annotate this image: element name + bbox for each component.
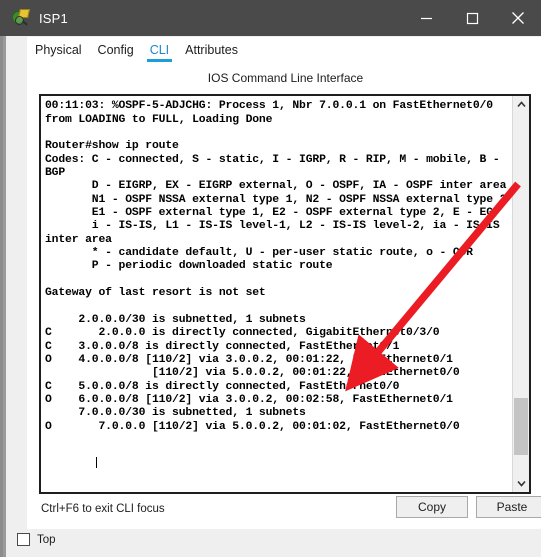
terminal-scrollbar[interactable] [512, 96, 529, 492]
panel-title: IOS Command Line Interface [207, 71, 364, 85]
top-checkbox[interactable] [17, 533, 30, 546]
terminal-output-area[interactable]: Router# 00:11:03: %OSPF-5-ADJCHG: Proces… [41, 96, 512, 492]
terminal-caret [96, 457, 97, 468]
copy-button[interactable]: Copy [396, 496, 468, 518]
scrollbar-thumb[interactable] [514, 398, 528, 455]
top-checkbox-row[interactable]: Top [17, 533, 56, 546]
maximize-icon[interactable] [449, 0, 495, 36]
terminal-container: Router# 00:11:03: %OSPF-5-ADJCHG: Proces… [39, 94, 531, 494]
left-rail [3, 36, 6, 557]
tab-bar: Physical Config CLI Attributes [27, 37, 267, 68]
cli-focus-hint: Ctrl+F6 to exit CLI focus [41, 503, 165, 515]
close-icon[interactable] [495, 0, 541, 36]
chevron-down-icon[interactable] [513, 475, 529, 492]
top-checkbox-label: Top [37, 533, 56, 546]
packet-tracer-device-icon [12, 9, 30, 27]
tab-config[interactable]: Config [90, 37, 142, 68]
tab-attributes[interactable]: Attributes [177, 37, 246, 68]
cli-panel: Physical Config CLI Attributes IOS Comma… [27, 37, 541, 529]
window-titlebar: ISP1 [0, 0, 541, 36]
chevron-up-icon[interactable] [513, 96, 529, 113]
tab-cli[interactable]: CLI [142, 37, 177, 68]
window-body: Physical Config CLI Attributes IOS Comma… [0, 36, 541, 557]
terminal-text: Router# 00:11:03: %OSPF-5-ADJCHG: Proces… [45, 96, 507, 433]
minimize-icon[interactable] [403, 0, 449, 36]
paste-button[interactable]: Paste [476, 496, 541, 518]
cli-window: ISP1 Physical Config CLI Attributes IOS … [0, 0, 541, 557]
tab-physical[interactable]: Physical [27, 37, 90, 68]
window-title: ISP1 [39, 10, 68, 26]
